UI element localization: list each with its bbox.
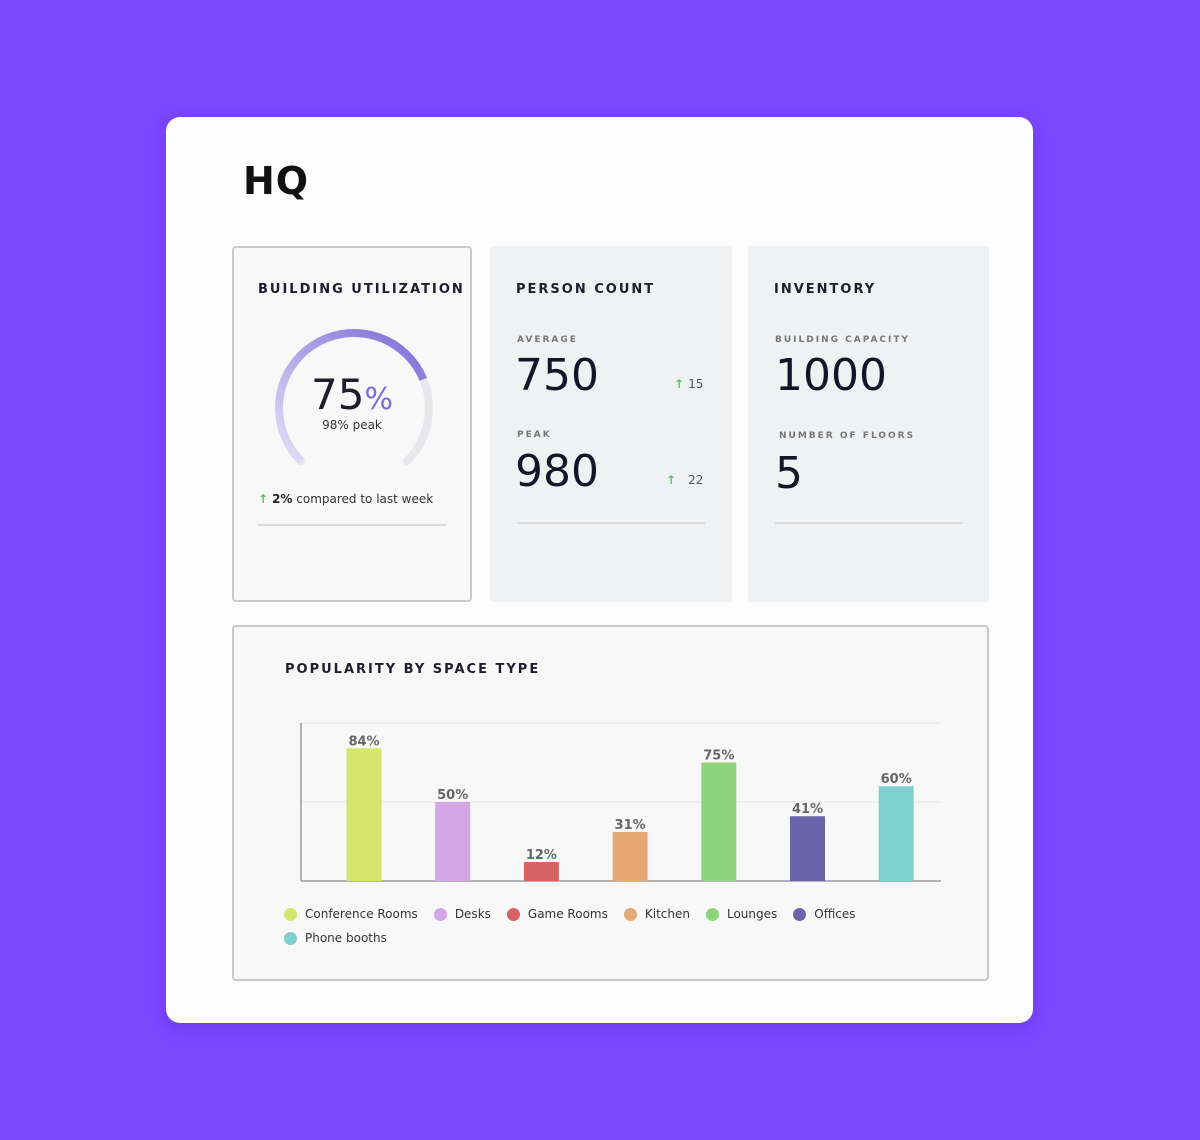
compare-text: ↑ 2% compared to last week (258, 492, 434, 506)
peak-delta: ↑ 22 (666, 473, 704, 487)
legend-item-lounges[interactable]: Lounges (705, 907, 778, 921)
legend-label: Desks (454, 907, 491, 921)
average-value: 750 (515, 350, 599, 401)
capacity-label: BUILDING CAPACITY (775, 335, 911, 345)
legend-swatch (623, 907, 637, 921)
legend-item-phone-booths[interactable]: Phone booths (284, 931, 387, 945)
dashboard-card: HQ BUILDING UTILIZATION 75% 98% peak ↑ 2%… (166, 117, 1033, 1023)
bar-offices[interactable] (790, 816, 825, 881)
utilization-value: 75% (311, 370, 393, 419)
average-delta: ↑ 15 (674, 377, 704, 391)
legend-swatch (506, 907, 520, 921)
person-count-panel[interactable]: PERSON COUNT AVERAGE 750 ↑ 15 PEAK 980 ↑ 2… (490, 246, 732, 602)
bar-value-label: 75% (703, 749, 734, 764)
arrow-up-icon: ↑ (258, 492, 269, 506)
legend-swatch (284, 931, 297, 945)
bar-conference-rooms[interactable] (346, 748, 382, 881)
page-title: HQ (243, 159, 310, 203)
divider (775, 522, 963, 524)
peak-label: PEAK (517, 430, 552, 440)
legend-label: Kitchen (644, 907, 690, 921)
panel-title: BUILDING UTILIZATION (258, 282, 465, 297)
bar-value-label: 12% (526, 848, 557, 863)
legend-item-conference-rooms[interactable]: Conference Rooms (284, 907, 418, 921)
legend-item-offices[interactable]: Offices (793, 907, 856, 921)
legend-item-desks[interactable]: Desks (433, 907, 491, 921)
chart-legend: Conference Rooms Desks Game Rooms Kitchen Lo… (284, 907, 924, 955)
legend-swatch (284, 907, 297, 921)
divider (517, 522, 705, 524)
panel-title: INVENTORY (774, 282, 877, 297)
building-utilization-panel[interactable]: BUILDING UTILIZATION 75% 98% peak ↑ 2% co… (232, 246, 472, 602)
bar-kitchen[interactable] (612, 832, 648, 881)
floors-value: 5 (775, 448, 803, 499)
bar-desks[interactable] (435, 802, 471, 881)
chart-title: POPULARITY BY SPACE TYPE (285, 662, 541, 677)
inventory-panel[interactable]: INVENTORY BUILDING CAPACITY 1000 NUMBER … (748, 246, 989, 602)
bar-game-rooms[interactable] (523, 862, 559, 881)
popularity-chart-panel: POPULARITY BY SPACE TYPE 84% 50% 12% 31% 75%… (232, 625, 989, 981)
divider (258, 524, 446, 526)
peak-label: 98% peak (322, 418, 382, 432)
legend-swatch (433, 907, 447, 921)
floors-label: NUMBER OF FLOORS (779, 431, 916, 441)
bar-value-label: 41% (792, 802, 823, 817)
legend-item-game-rooms[interactable]: Game Rooms (506, 907, 608, 921)
bar-lounges[interactable] (701, 762, 737, 882)
bar-value-label: 50% (437, 788, 468, 803)
bar-phone-booths[interactable] (878, 786, 914, 881)
arrow-up-icon: ↑ (666, 473, 677, 487)
bar-chart: 84% 50% 12% 31% 75% 41% 60% (300, 722, 941, 882)
legend-label: Game Rooms (527, 907, 608, 921)
legend-label: Phone booths (305, 931, 387, 945)
peak-value: 980 (515, 446, 599, 497)
average-label: AVERAGE (517, 335, 578, 345)
bar-value-label: 31% (615, 818, 646, 833)
panel-title: PERSON COUNT (516, 282, 656, 297)
legend-label: Offices (814, 907, 856, 921)
legend-swatch (793, 907, 807, 921)
legend-label: Lounges (726, 907, 778, 921)
legend-item-kitchen[interactable]: Kitchen (623, 907, 690, 921)
capacity-value: 1000 (775, 350, 887, 401)
legend-label: Conference Rooms (305, 907, 418, 921)
arrow-up-icon: ↑ (674, 377, 685, 391)
bar-value-label: 60% (881, 772, 912, 787)
legend-swatch (705, 907, 719, 921)
bar-value-label: 84% (348, 734, 379, 749)
